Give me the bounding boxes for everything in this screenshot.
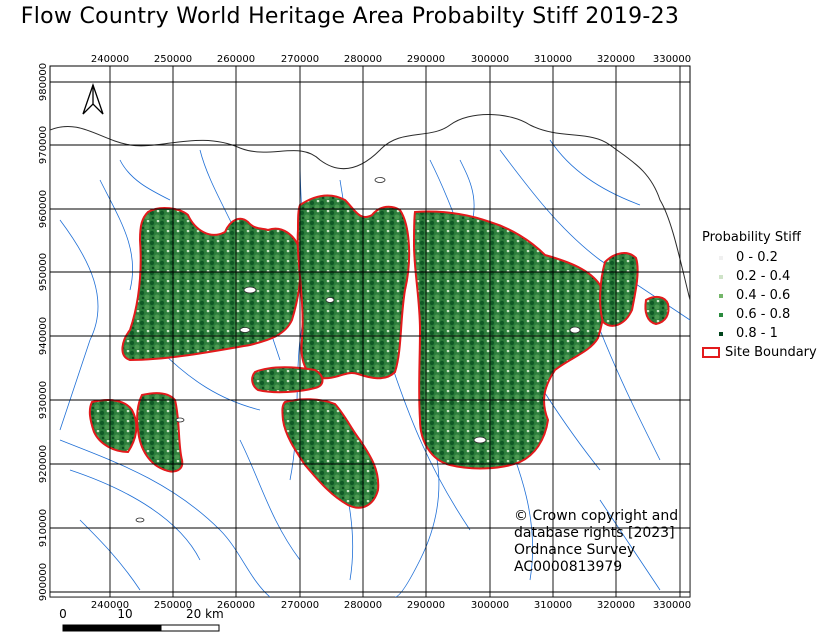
x-tick-bottom: 310000 [534, 600, 572, 611]
x-tick-top: 250000 [154, 54, 192, 65]
y-tick: 920000 [38, 445, 49, 483]
y-tick: 900000 [38, 563, 49, 601]
y-tick: 970000 [38, 126, 49, 164]
scale-label: 0 [59, 607, 67, 621]
scale-label: 20 km [186, 607, 224, 621]
scale-bar-light [160, 624, 220, 632]
legend-label: Site Boundary [725, 345, 817, 360]
legend-label: 0.6 - 0.8 [736, 307, 791, 322]
x-tick-bottom: 290000 [407, 600, 445, 611]
y-tick: 910000 [38, 509, 49, 547]
y-tick: 940000 [38, 317, 49, 355]
legend-label: 0 - 0.2 [736, 250, 778, 265]
legend-dot [719, 274, 723, 279]
scale-label: 10 [117, 607, 132, 621]
y-tick: 980000 [38, 63, 49, 101]
legend-item-class: 0.6 - 0.8 [702, 305, 817, 324]
legend-swatch [714, 308, 728, 322]
copyright-line: database rights [2023] [514, 525, 675, 541]
site-boundary-swatch [702, 347, 720, 358]
y-axis-left: 980000 970000 960000 950000 940000 93000… [38, 63, 49, 601]
x-tick-top: 300000 [471, 54, 509, 65]
x-tick-top: 270000 [281, 54, 319, 65]
x-tick-top: 310000 [534, 54, 572, 65]
x-tick-top: 290000 [407, 54, 445, 65]
y-tick: 930000 [38, 381, 49, 419]
x-tick-top: 280000 [344, 54, 382, 65]
copyright-notice: © Crown copyright and database rights [2… [514, 508, 678, 576]
legend-item-class: 0.2 - 0.4 [702, 267, 817, 286]
legend: Probability Stiff 0 - 0.2 0.2 - 0.4 0.4 - … [702, 230, 817, 362]
x-tick-bottom: 330000 [653, 600, 691, 611]
legend-dot [719, 293, 723, 298]
scale-bar-dark [62, 624, 162, 632]
copyright-line: Ordnance Survey [514, 542, 636, 558]
x-tick-bottom: 320000 [597, 600, 635, 611]
legend-label: 0.4 - 0.6 [736, 288, 791, 303]
y-tick: 960000 [38, 190, 49, 228]
y-tick: 950000 [38, 253, 49, 291]
legend-swatch [714, 289, 728, 303]
x-axis-top: 240000 250000 260000 270000 280000 29000… [91, 54, 691, 65]
copyright-line: AC0000813979 [514, 559, 623, 575]
legend-item-site-boundary: Site Boundary [702, 343, 817, 362]
legend-dot [719, 312, 723, 317]
x-tick-bottom: 270000 [281, 600, 319, 611]
legend-dot [719, 255, 723, 260]
legend-item-class: 0.8 - 1 [702, 324, 817, 343]
scale-bar: 0 10 20 km [58, 606, 228, 637]
legend-label: 0.2 - 0.4 [736, 269, 791, 284]
x-tick-top: 240000 [91, 54, 129, 65]
legend-swatch [714, 270, 728, 284]
x-tick-top: 330000 [653, 54, 691, 65]
legend-label: 0.8 - 1 [736, 326, 778, 341]
legend-item-class: 0 - 0.2 [702, 248, 817, 267]
x-tick-top: 260000 [217, 54, 255, 65]
x-tick-bottom: 280000 [344, 600, 382, 611]
legend-dot [719, 331, 723, 336]
legend-swatch [714, 251, 728, 265]
legend-title: Probability Stiff [702, 230, 801, 245]
x-tick-top: 320000 [597, 54, 635, 65]
legend-item-class: 0.4 - 0.6 [702, 286, 817, 305]
x-tick-bottom: 300000 [471, 600, 509, 611]
copyright-line: © Crown copyright and [514, 508, 679, 524]
legend-swatch [714, 327, 728, 341]
